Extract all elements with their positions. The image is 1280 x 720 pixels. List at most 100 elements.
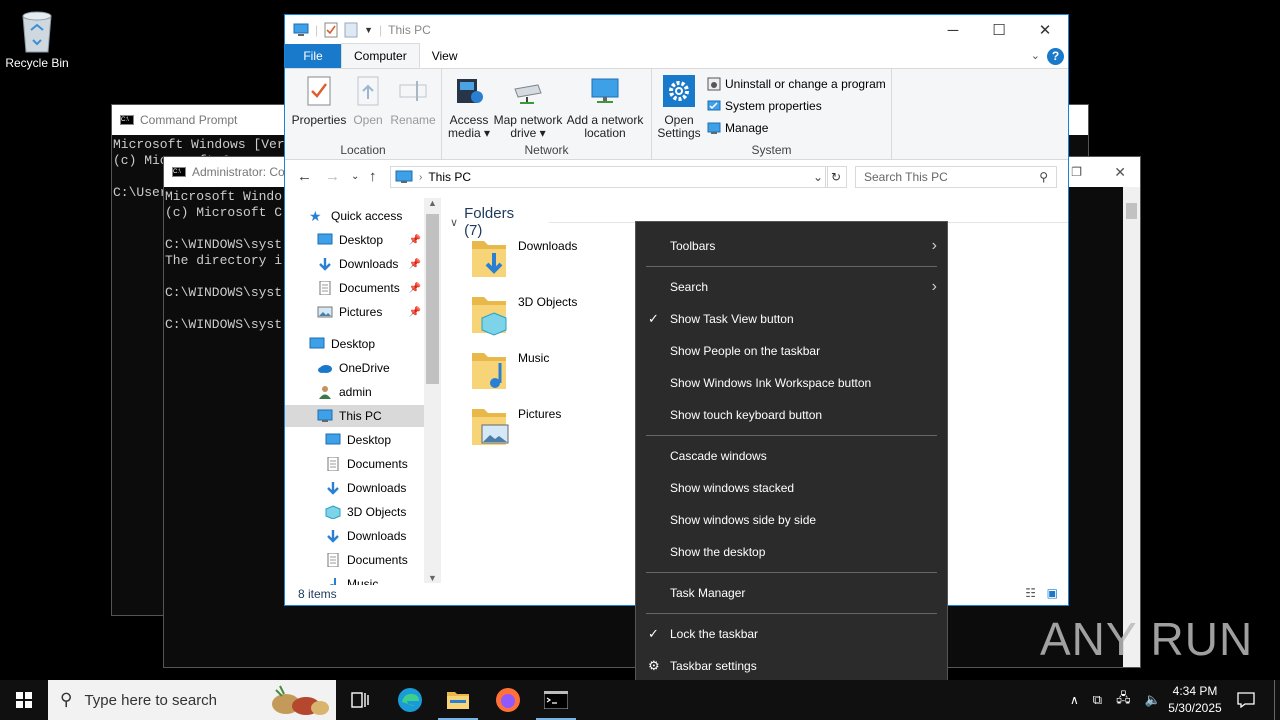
folder-music[interactable]: Music xyxy=(470,349,549,393)
path-separator-icon[interactable]: › xyxy=(419,172,422,183)
file-explorer-taskbar-button[interactable] xyxy=(434,680,482,720)
new-folder-qat-icon[interactable] xyxy=(344,22,358,38)
tab-file[interactable]: File xyxy=(285,44,341,68)
open-settings-label-2: Settings xyxy=(657,126,701,140)
menu-item-people[interactable]: Show People on the taskbar xyxy=(636,335,947,367)
menu-item-toolbars[interactable]: Toolbars › xyxy=(636,230,947,262)
search-placeholder: Search This PC xyxy=(864,170,948,184)
open-icon xyxy=(357,76,379,106)
nav-pc-desktop[interactable]: Desktop xyxy=(285,429,425,451)
tab-view[interactable]: View xyxy=(420,44,470,68)
back-arrow-icon[interactable]: ← xyxy=(297,168,312,185)
menu-item-stacked[interactable]: Show windows stacked xyxy=(636,472,947,504)
recycle-bin-desktop-icon[interactable]: Recycle Bin xyxy=(4,8,70,70)
nav-pc-documents-2[interactable]: Documents xyxy=(285,549,425,571)
open-settings-button[interactable]: Open Settings xyxy=(656,75,702,140)
address-dropdown-icon[interactable]: ⌄ xyxy=(813,170,823,184)
clock-time: 4:34 PM xyxy=(1172,684,1218,698)
close-icon[interactable]: ✕ xyxy=(1114,164,1126,181)
nav-scroll-thumb[interactable] xyxy=(426,214,439,384)
menu-item-taskbar-settings[interactable]: ⚙ Taskbar settings xyxy=(636,650,947,682)
edge-taskbar-button[interactable] xyxy=(386,680,434,720)
nav-pc-documents[interactable]: Documents xyxy=(285,453,425,475)
menu-item-search[interactable]: Search › xyxy=(636,271,947,303)
explorer-title: This PC xyxy=(388,23,431,37)
menu-item-task-view[interactable]: ✓ Show Task View button xyxy=(636,303,947,335)
show-desktop-strip[interactable] xyxy=(1274,680,1275,720)
nav-pc-downloads[interactable]: Downloads xyxy=(285,477,425,499)
open-button[interactable]: Open xyxy=(347,75,389,127)
menu-item-ink-workspace[interactable]: Show Windows Ink Workspace button xyxy=(636,367,947,399)
nav-qa-desktop[interactable]: Desktop 📌 xyxy=(285,229,425,251)
search-input[interactable]: Search This PC ⚲ xyxy=(855,166,1057,188)
taskbar-clock[interactable]: 4:34 PM 5/30/2025 xyxy=(1163,683,1227,717)
menu-item-touch-keyboard[interactable]: Show touch keyboard button xyxy=(636,399,947,431)
scroll-down-icon[interactable]: ▼ xyxy=(428,573,437,583)
submenu-arrow-icon: › xyxy=(931,237,937,254)
menu-item-cascade[interactable]: Cascade windows xyxy=(636,440,947,472)
map-network-drive-button[interactable]: Map network drive ▾ xyxy=(492,75,564,140)
details-view-icon[interactable]: ☷ xyxy=(1025,586,1036,600)
task-view-button[interactable] xyxy=(336,680,384,720)
network-icon[interactable]: 🖧 xyxy=(1116,689,1131,711)
scroll-up-icon[interactable]: ▲ xyxy=(428,198,437,208)
computer-icon xyxy=(293,23,309,36)
access-media-button[interactable]: Access media ▾ xyxy=(446,75,492,140)
nav-pc-3d-objects[interactable]: 3D Objects xyxy=(285,501,425,523)
maximize-button[interactable]: ☐ xyxy=(976,15,1022,45)
close-button[interactable]: ✕ xyxy=(1022,15,1068,45)
chevron-down-icon[interactable]: ⌄ xyxy=(1031,49,1040,62)
system-properties-item[interactable]: System properties xyxy=(707,99,822,113)
minimize-button[interactable]: ─ xyxy=(930,15,976,45)
uninstall-program-item[interactable]: Uninstall or change a program xyxy=(707,77,886,91)
menu-item-lock-taskbar[interactable]: ✓ Lock the taskbar xyxy=(636,618,947,650)
ribbon-tabs: File Computer View ⌄ ? xyxy=(285,43,1068,69)
cmd-taskbar-button[interactable] xyxy=(532,680,580,720)
taskbar-search-box[interactable]: ⚲ Type here to search xyxy=(48,680,336,720)
chevron-down-icon[interactable]: ∨ xyxy=(450,216,458,229)
menu-item-side-by-side[interactable]: Show windows side by side xyxy=(636,504,947,536)
nav-qa-documents[interactable]: Documents 📌 xyxy=(285,277,425,299)
nav-pc-desktop-label: Desktop xyxy=(347,433,392,447)
address-box[interactable]: › This PC ⌄ xyxy=(390,166,828,188)
nav-qa-downloads[interactable]: Downloads 📌 xyxy=(285,253,425,275)
add-network-location-button[interactable]: Add a network location xyxy=(564,75,646,140)
nav-scrollbar[interactable]: ▲ ▼ xyxy=(424,198,441,583)
properties-button[interactable]: Properties xyxy=(291,75,347,127)
notifications-button[interactable] xyxy=(1224,680,1268,720)
menu-item-show-desktop[interactable]: Show the desktop xyxy=(636,536,947,568)
tab-computer[interactable]: Computer xyxy=(341,43,420,68)
nav-qa-pictures[interactable]: Pictures 📌 xyxy=(285,301,425,323)
forward-arrow-icon[interactable]: → xyxy=(325,168,340,185)
help-icon[interactable]: ? xyxy=(1047,48,1064,65)
device-icon[interactable]: ⧉ xyxy=(1093,692,1102,708)
folder-3d-objects[interactable]: 3D Objects xyxy=(470,293,577,337)
nav-quick-access[interactable]: ★ Quick access xyxy=(285,205,425,227)
firefox-taskbar-button[interactable] xyxy=(484,680,532,720)
cmd-scrollbar[interactable] xyxy=(1123,187,1140,667)
nav-this-pc[interactable]: This PC xyxy=(285,405,425,427)
nav-admin[interactable]: admin xyxy=(285,381,425,403)
folder-pictures[interactable]: Pictures xyxy=(470,405,561,449)
address-bar-row: ← → ⌄ ↑ › This PC ⌄ ↻ Search This PC ⚲ xyxy=(285,160,1068,194)
large-icons-view-icon[interactable]: ▣ xyxy=(1047,586,1058,600)
qat-dropdown-icon[interactable]: ▼ xyxy=(364,25,373,35)
restore-icon[interactable]: ❐ xyxy=(1071,165,1082,179)
refresh-icon[interactable]: ↻ xyxy=(825,166,847,188)
volume-icon[interactable]: 🔈 xyxy=(1145,692,1161,708)
nav-pc-downloads-2[interactable]: Downloads xyxy=(285,525,425,547)
nav-onedrive[interactable]: OneDrive xyxy=(285,357,425,379)
explorer-titlebar[interactable]: | ▼ | This PC ─ ☐ ✕ xyxy=(285,15,1068,45)
properties-qat-icon[interactable] xyxy=(324,22,338,38)
folder-downloads[interactable]: Downloads xyxy=(470,237,577,281)
menu-item-task-manager[interactable]: Task Manager xyxy=(636,577,947,609)
recent-locations-chevron-icon[interactable]: ⌄ xyxy=(351,171,359,182)
start-button[interactable] xyxy=(0,680,48,720)
chevron-up-icon[interactable]: ∧ xyxy=(1070,693,1079,707)
cmd-icon: C:\ xyxy=(120,115,134,125)
manage-item[interactable]: Manage xyxy=(707,121,768,135)
up-arrow-icon[interactable]: ↑ xyxy=(369,168,377,185)
nav-pc-music[interactable]: Music xyxy=(285,573,425,585)
nav-desktop[interactable]: Desktop xyxy=(285,333,425,355)
rename-button[interactable]: Rename xyxy=(389,75,437,127)
